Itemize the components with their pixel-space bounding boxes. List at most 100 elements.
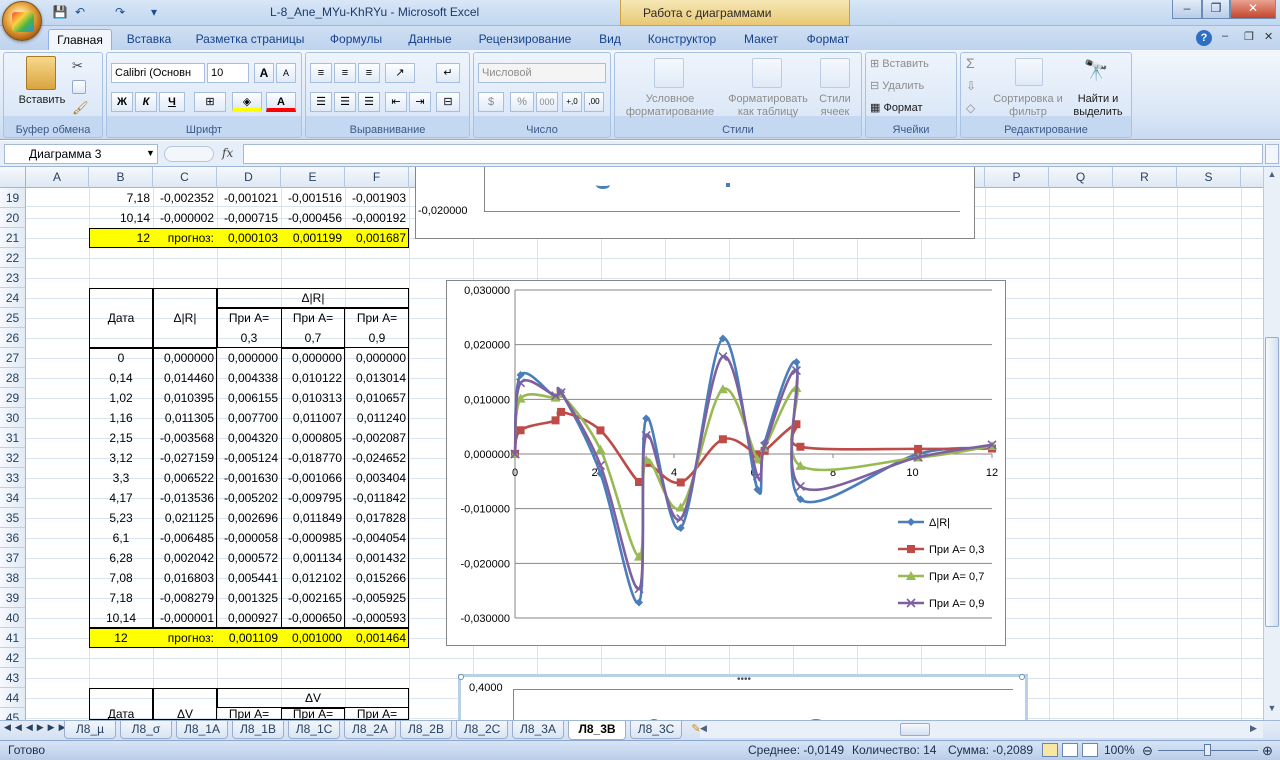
- clear-icon[interactable]: ◇: [966, 102, 975, 115]
- value-cell[interactable]: 0,000927: [217, 608, 281, 628]
- value-cell[interactable]: -0,000985: [281, 528, 345, 548]
- font-name-select[interactable]: Calibri (Основн: [111, 63, 205, 83]
- page-break-view-icon[interactable]: [1082, 743, 1098, 757]
- tab-formulas[interactable]: Формулы: [318, 29, 394, 50]
- row-header-34[interactable]: 34: [0, 488, 26, 508]
- copy-icon[interactable]: [72, 80, 86, 94]
- value-cell[interactable]: 0,014460: [153, 368, 217, 388]
- currency-button[interactable]: $: [478, 92, 504, 112]
- sort-filter-icon[interactable]: [1015, 58, 1043, 86]
- align-center-icon[interactable]: ☰: [334, 92, 356, 112]
- wrap-text-icon[interactable]: ↵: [436, 63, 460, 83]
- align-bottom-icon[interactable]: ≡: [358, 63, 380, 83]
- chart-selection-handle[interactable]: [458, 674, 464, 680]
- zoom-out-icon[interactable]: ⊖: [1142, 741, 1153, 760]
- conditional-format-button[interactable]: Условное форматирование: [616, 93, 724, 119]
- row-header-24[interactable]: 24: [0, 288, 26, 308]
- sheet-tab[interactable]: Л8_µ: [64, 721, 116, 739]
- date-cell[interactable]: 6,28: [89, 548, 153, 568]
- forecast-value[interactable]: 0,001000: [281, 628, 345, 648]
- sheet-tab[interactable]: Л8_3В: [568, 721, 626, 740]
- zoom-slider-thumb[interactable]: [1204, 744, 1211, 756]
- table-cell[interactable]: -0,001021: [217, 188, 281, 208]
- value-cell[interactable]: -0,005124: [217, 448, 281, 468]
- row-header-42[interactable]: 42: [0, 648, 26, 668]
- value-cell[interactable]: -0,006485: [153, 528, 217, 548]
- forecast-date[interactable]: 12: [89, 628, 153, 648]
- tab-insert[interactable]: Вставка: [118, 29, 180, 50]
- value-cell[interactable]: 0,006522: [153, 468, 217, 488]
- fill-icon[interactable]: ⇩: [966, 80, 976, 93]
- forecast-date[interactable]: 12: [89, 228, 153, 248]
- sheet-nav-icons[interactable]: ◀◀◀▶▶▶: [4, 722, 70, 733]
- date-cell[interactable]: 5,23: [89, 508, 153, 528]
- row-header-29[interactable]: 29: [0, 388, 26, 408]
- decrease-indent-icon[interactable]: ⇤: [385, 92, 407, 112]
- value-cell[interactable]: 0,011849: [281, 508, 345, 528]
- scroll-right-icon[interactable]: ▶: [1250, 723, 1257, 734]
- row-header-36[interactable]: 36: [0, 528, 26, 548]
- value-cell[interactable]: 0,003404: [345, 468, 409, 488]
- date-cell[interactable]: 1,02: [89, 388, 153, 408]
- row-header-38[interactable]: 38: [0, 568, 26, 588]
- chart-bottom[interactable]: 0,4000 ••••: [458, 674, 1028, 729]
- chart-selection-handle[interactable]: [1019, 674, 1025, 680]
- tab-design[interactable]: Конструктор: [640, 29, 724, 50]
- date-cell[interactable]: 10,14: [89, 608, 153, 628]
- col-header-p[interactable]: P: [985, 167, 1049, 188]
- name-box[interactable]: Диаграмма 3: [4, 144, 158, 164]
- table-header-a[interactable]: При А=: [345, 308, 409, 328]
- paste-icon[interactable]: [26, 56, 56, 90]
- orientation-icon[interactable]: ↗: [385, 63, 415, 83]
- row-header-33[interactable]: 33: [0, 468, 26, 488]
- col-header-r[interactable]: R: [1113, 167, 1177, 188]
- decrease-decimal-icon[interactable]: ,00: [584, 92, 604, 112]
- sheet-tab[interactable]: Л8_1В: [232, 721, 284, 739]
- date-cell[interactable]: 3,3: [89, 468, 153, 488]
- normal-view-icon[interactable]: [1042, 743, 1058, 757]
- row-header-19[interactable]: 19: [0, 188, 26, 208]
- number-format-select[interactable]: Числовой: [478, 63, 606, 83]
- date-cell[interactable]: 3,12: [89, 448, 153, 468]
- value-cell[interactable]: 0,011240: [345, 408, 409, 428]
- value-cell[interactable]: -0,000058: [217, 528, 281, 548]
- value-cell[interactable]: 0,010122: [281, 368, 345, 388]
- sheet-tab[interactable]: Л8_2А: [344, 721, 396, 739]
- forecast-label[interactable]: прогноз:: [153, 628, 217, 648]
- paste-button[interactable]: Вставить: [10, 94, 74, 107]
- value-cell[interactable]: -0,011842: [345, 488, 409, 508]
- value-cell[interactable]: 0,010313: [281, 388, 345, 408]
- format-table-icon[interactable]: [752, 58, 782, 88]
- table-cell[interactable]: 10,14: [89, 208, 153, 228]
- align-middle-icon[interactable]: ≡: [334, 63, 356, 83]
- value-cell[interactable]: -0,000001: [153, 608, 217, 628]
- value-cell[interactable]: -0,002087: [345, 428, 409, 448]
- date-cell[interactable]: 4,17: [89, 488, 153, 508]
- table-header-a-value[interactable]: 0,9: [345, 328, 409, 348]
- align-left-icon[interactable]: ☰: [310, 92, 332, 112]
- insert-function-button[interactable]: fx: [222, 146, 233, 160]
- value-cell[interactable]: 0,011305: [153, 408, 217, 428]
- expand-formula-bar-icon[interactable]: [1265, 144, 1279, 164]
- value-cell[interactable]: 0,012102: [281, 568, 345, 588]
- value-cell[interactable]: -0,000593: [345, 608, 409, 628]
- value-cell[interactable]: -0,027159: [153, 448, 217, 468]
- row-header-41[interactable]: 41: [0, 628, 26, 648]
- forecast-value[interactable]: 0,001687: [345, 228, 409, 248]
- value-cell[interactable]: 0,021125: [153, 508, 217, 528]
- table-cell[interactable]: 7,18: [89, 188, 153, 208]
- tab-format[interactable]: Формат: [798, 29, 858, 50]
- value-cell[interactable]: -0,001066: [281, 468, 345, 488]
- row-header-32[interactable]: 32: [0, 448, 26, 468]
- forecast-label[interactable]: прогноз:: [153, 228, 217, 248]
- tab-home[interactable]: Главная: [48, 29, 112, 50]
- sheet-tab[interactable]: Л8_1С: [288, 721, 340, 739]
- chart-top[interactable]: -0,020000: [415, 167, 975, 239]
- sort-filter-button[interactable]: Сортировка и фильтр: [993, 93, 1063, 119]
- col-header-q[interactable]: Q: [1049, 167, 1113, 188]
- value-cell[interactable]: -0,009795: [281, 488, 345, 508]
- zoom-in-icon[interactable]: ⊕: [1262, 741, 1273, 760]
- value-cell[interactable]: 0,000000: [217, 348, 281, 368]
- scroll-up-icon[interactable]: ▲: [1265, 169, 1279, 183]
- value-cell[interactable]: -0,005202: [217, 488, 281, 508]
